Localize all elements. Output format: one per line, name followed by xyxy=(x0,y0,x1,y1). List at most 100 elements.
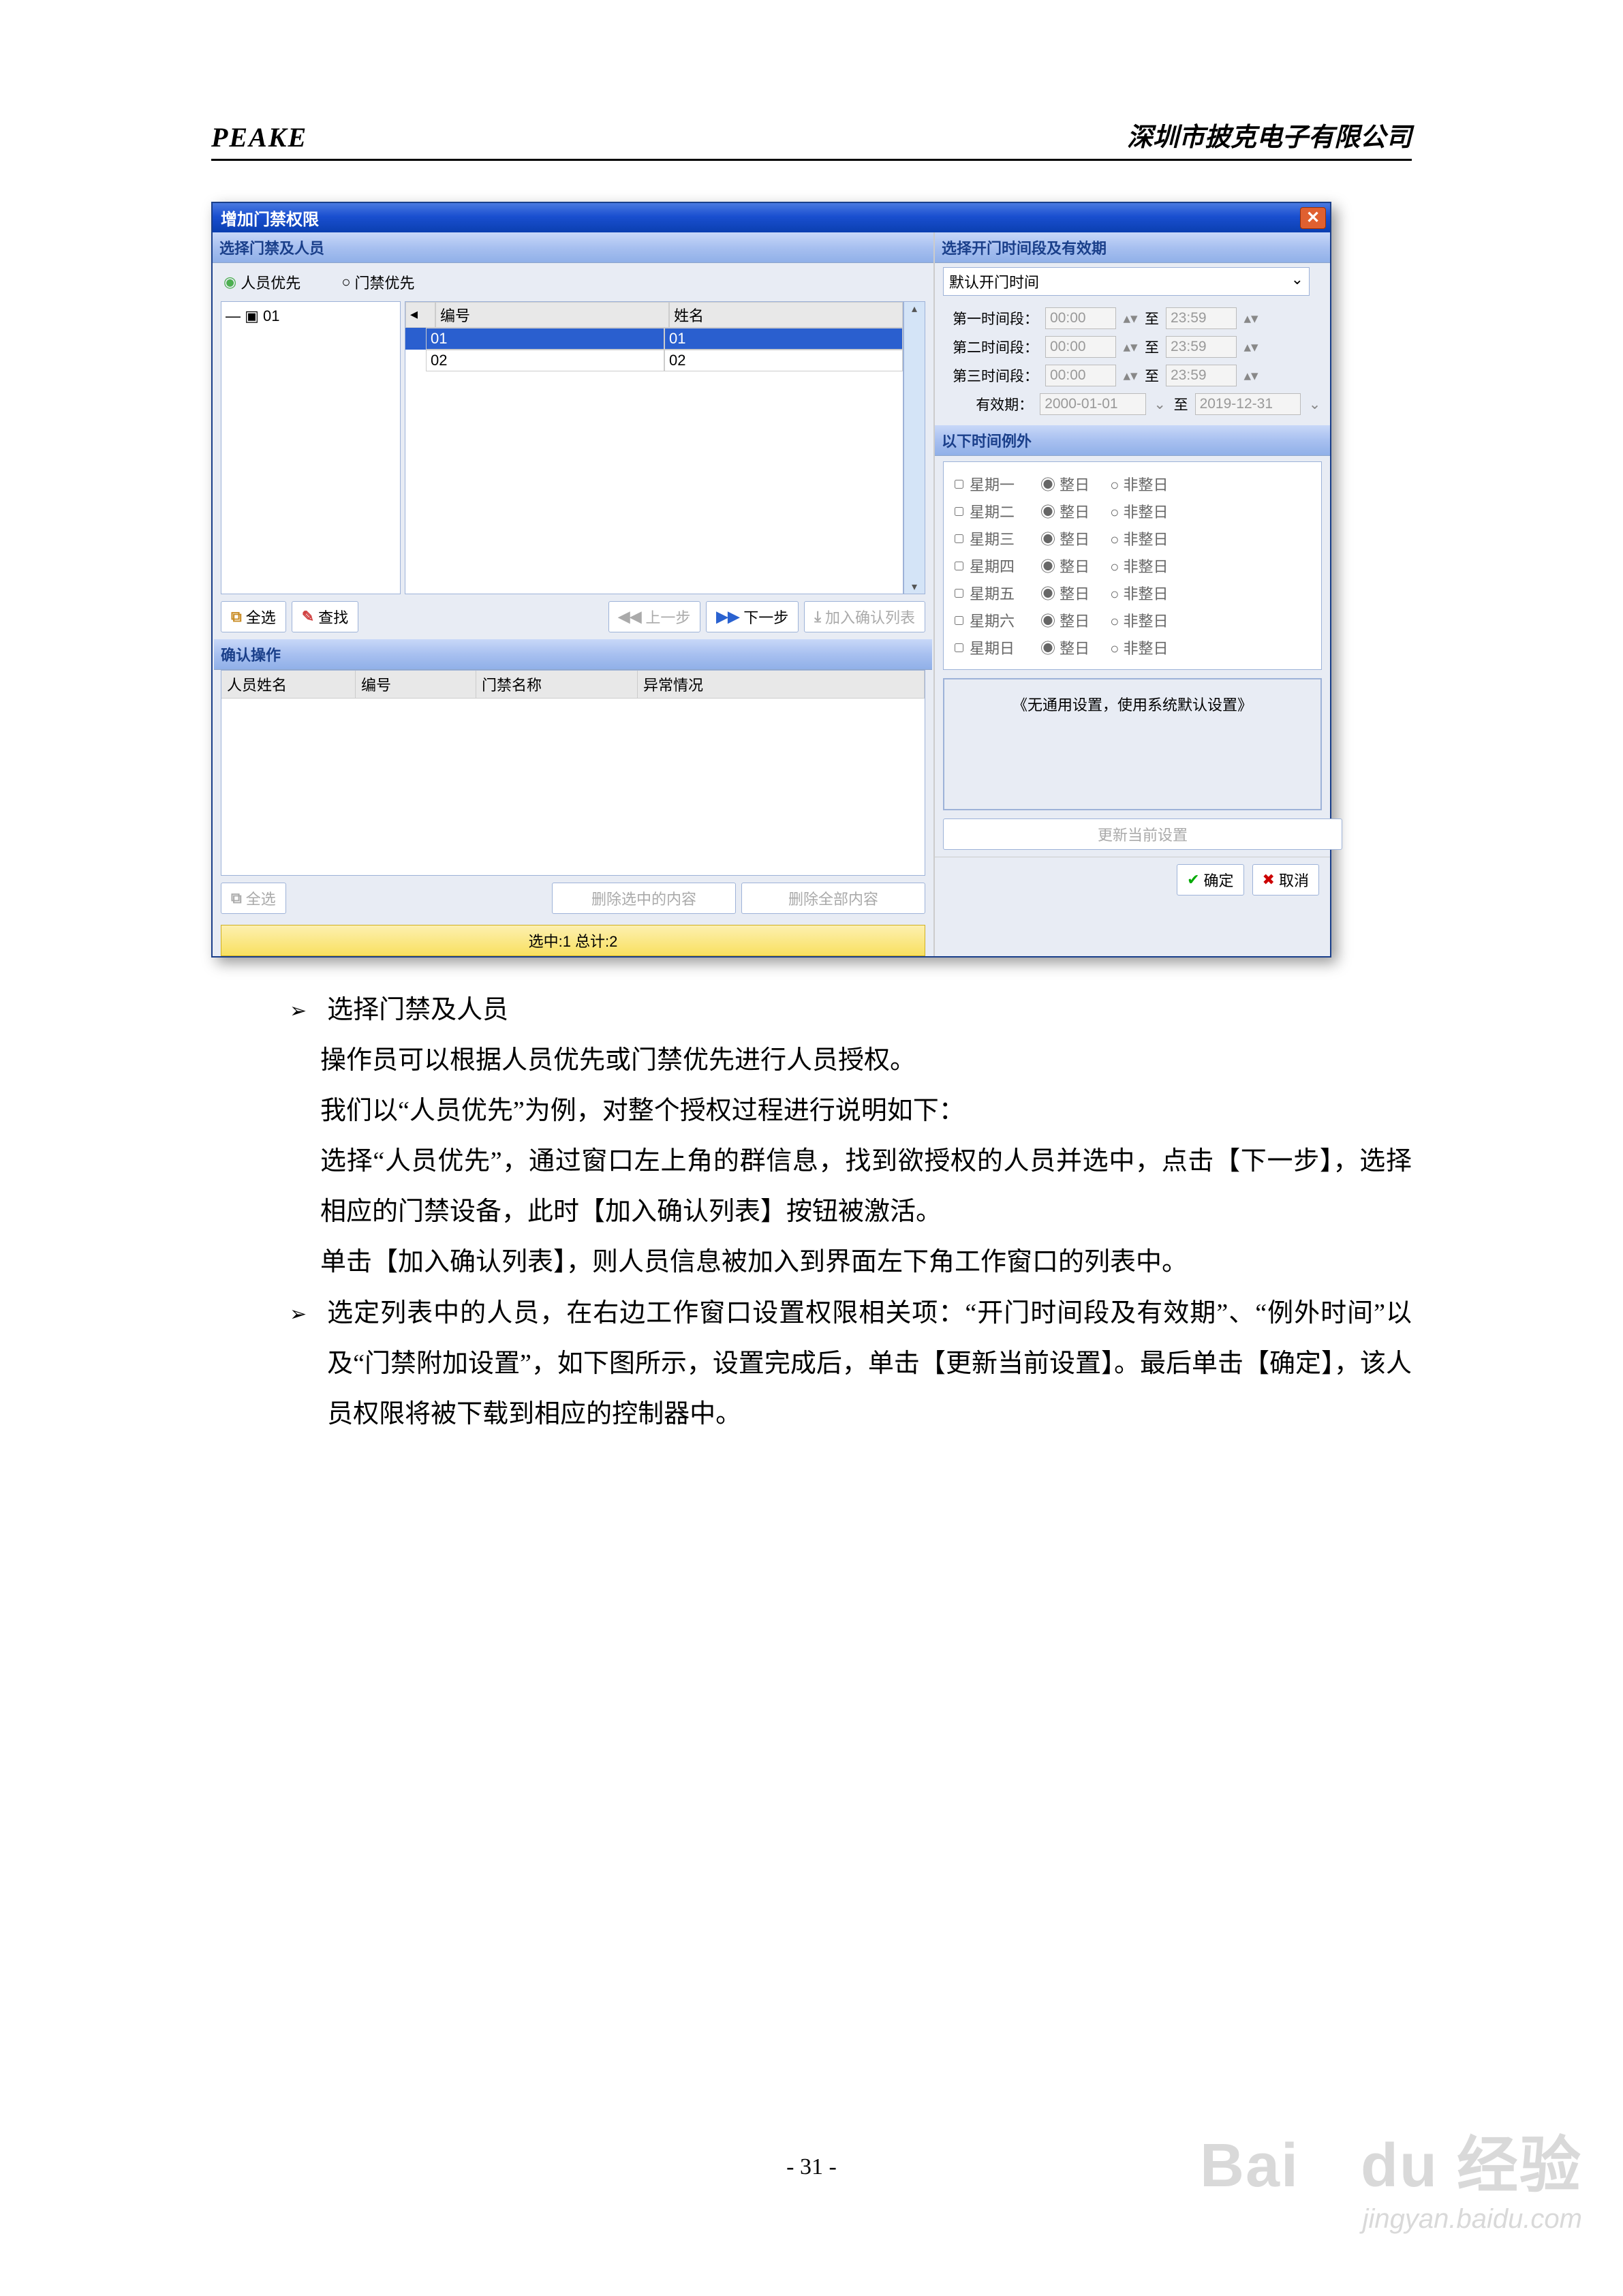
table-row[interactable]: 02 02 xyxy=(405,350,903,371)
opt-partial[interactable]: ○ 非整日 xyxy=(1110,555,1168,577)
day-row-tue: 星期二◉ 整日○ 非整日 xyxy=(952,498,1313,525)
delete-selected-button[interactable]: 删除选中的内容 xyxy=(552,883,736,914)
days-panel: 星期一◉ 整日○ 非整日 星期二◉ 整日○ 非整日 星期三◉ 整日○ 非整日 星… xyxy=(943,461,1322,670)
slot3-to[interactable]: 23:59 xyxy=(1166,365,1237,386)
opt-partial[interactable]: ○ 非整日 xyxy=(1110,582,1168,604)
bullet-icon: ➢ xyxy=(290,992,307,1032)
people-grid[interactable]: ◂ 编号 姓名 01 01 02 xyxy=(405,301,903,594)
bullet-2: 选定列表中的人员，在右边工作窗口设置权限相关项：“开门时间段及有效期”、“例外时… xyxy=(327,1288,1412,1439)
group-tree[interactable]: — ▣ 01 xyxy=(221,301,401,594)
status-bar: 选中:1 总计:2 xyxy=(221,925,925,956)
day-check[interactable] xyxy=(955,616,963,625)
spinner-icon[interactable]: ▴▾ xyxy=(1123,339,1138,356)
scrollbar[interactable]: ▴▾ xyxy=(903,301,925,594)
para-2: 我们以“人员优先”为例，对整个授权过程进行说明如下： xyxy=(320,1086,1412,1136)
table-row[interactable]: 01 01 xyxy=(405,328,903,350)
bullet-1: 选择门禁及人员 xyxy=(327,985,508,1035)
x-icon: ✖ xyxy=(1263,871,1275,889)
company-label: 深圳市披克电子有限公司 xyxy=(1127,116,1412,153)
opt-full[interactable]: ◉ 整日 xyxy=(1040,527,1089,549)
day-row-sat: 星期六◉ 整日○ 非整日 xyxy=(952,607,1313,634)
opt-full[interactable]: ◉ 整日 xyxy=(1040,637,1089,658)
para-4: 单击【加入确认列表】，则人员信息被加入到界面左下角工作窗口的列表中。 xyxy=(320,1237,1412,1287)
col-abnormal[interactable]: 异常情况 xyxy=(638,671,925,698)
spinner-icon[interactable]: ▴▾ xyxy=(1243,339,1258,356)
day-row-wed: 星期三◉ 整日○ 非整日 xyxy=(952,525,1313,552)
day-check[interactable] xyxy=(955,480,963,489)
add-confirm-button[interactable]: ⤓加入确认列表 xyxy=(804,601,925,632)
opt-full[interactable]: ◉ 整日 xyxy=(1040,473,1089,495)
paw-icon xyxy=(1299,2125,1361,2186)
col-id[interactable]: 编号 xyxy=(435,302,669,328)
cancel-button[interactable]: ✖取消 xyxy=(1252,864,1319,896)
dialog-add-access: 增加门禁权限 ✕ 选择门禁及人员 ◉人员优先 ○门禁优先 — ▣ 01 ◂ xyxy=(211,202,1331,958)
day-check[interactable] xyxy=(955,643,963,652)
opt-partial[interactable]: ○ 非整日 xyxy=(1110,473,1168,495)
opt-full[interactable]: ◉ 整日 xyxy=(1040,582,1089,604)
opt-partial[interactable]: ○ 非整日 xyxy=(1110,637,1168,658)
slot3-label: 第三时间段： xyxy=(943,365,1038,386)
day-check[interactable] xyxy=(955,562,963,570)
slot1-to[interactable]: 23:59 xyxy=(1166,307,1237,329)
radio-gate-first[interactable]: ○门禁优先 xyxy=(341,271,414,293)
section-confirm: 确认操作 xyxy=(214,639,932,670)
check-icon: ✔ xyxy=(1187,871,1199,889)
spinner-icon[interactable]: ▴▾ xyxy=(1243,310,1258,327)
spinner-icon[interactable]: ▴▾ xyxy=(1243,367,1258,384)
brand-label: PEAKE xyxy=(211,121,307,153)
col-person-name[interactable]: 人员姓名 xyxy=(221,671,356,698)
opt-full[interactable]: ◉ 整日 xyxy=(1040,555,1089,577)
col-name[interactable]: 姓名 xyxy=(669,302,903,328)
bullet-icon: ➢ xyxy=(290,1295,307,1335)
section-select-people: 选择门禁及人员 xyxy=(213,232,933,263)
section-exception: 以下时间例外 xyxy=(935,425,1330,456)
valid-from[interactable]: 2000-01-01 xyxy=(1040,393,1146,415)
spinner-icon[interactable]: ▴▾ xyxy=(1123,367,1138,384)
chevron-down-icon: ⌄ xyxy=(1291,271,1303,292)
ok-button[interactable]: ✔确定 xyxy=(1177,864,1243,896)
delete-all-button[interactable]: 删除全部内容 xyxy=(741,883,925,914)
day-row-mon: 星期一◉ 整日○ 非整日 xyxy=(952,470,1313,498)
slot1-label: 第一时间段： xyxy=(943,308,1038,328)
day-row-thu: 星期四◉ 整日○ 非整日 xyxy=(952,552,1313,579)
select-all-button[interactable]: ⧉全选 xyxy=(221,601,286,632)
next-button[interactable]: ▶▶下一步 xyxy=(706,601,799,632)
dropdown-icon[interactable]: ⌄ xyxy=(1153,396,1167,413)
slot2-from[interactable]: 00:00 xyxy=(1045,336,1116,358)
watermark: Baidu 经验 jingyan.baidu.com xyxy=(1200,2115,1582,2235)
confirm-table[interactable]: 人员姓名 编号 门禁名称 异常情况 xyxy=(221,670,925,876)
opt-partial[interactable]: ○ 非整日 xyxy=(1110,609,1168,631)
opt-full[interactable]: ◉ 整日 xyxy=(1040,500,1089,522)
slot1-from[interactable]: 00:00 xyxy=(1045,307,1116,329)
dialog-title: 增加门禁权限 xyxy=(221,206,319,230)
day-check[interactable] xyxy=(955,507,963,516)
opt-partial[interactable]: ○ 非整日 xyxy=(1110,500,1168,522)
day-row-sun: 星期日◉ 整日○ 非整日 xyxy=(952,634,1313,661)
valid-to[interactable]: 2019-12-31 xyxy=(1195,393,1301,415)
dialog-titlebar[interactable]: 增加门禁权限 ✕ xyxy=(213,203,1330,232)
day-check[interactable] xyxy=(955,589,963,598)
update-settings-button[interactable]: 更新当前设置 xyxy=(943,818,1342,850)
col-gate-name[interactable]: 门禁名称 xyxy=(476,671,638,698)
tree-item[interactable]: — ▣ 01 xyxy=(226,306,396,326)
day-check[interactable] xyxy=(955,534,963,543)
slot3-from[interactable]: 00:00 xyxy=(1045,365,1116,386)
prev-button[interactable]: ◀◀上一步 xyxy=(608,601,701,632)
sort-icon[interactable]: ◂ xyxy=(405,302,435,328)
opt-full[interactable]: ◉ 整日 xyxy=(1040,609,1089,631)
radio-person-first[interactable]: ◉人员优先 xyxy=(223,271,300,293)
close-icon[interactable]: ✕ xyxy=(1300,207,1326,229)
select-all-2-button[interactable]: ⧉全选 xyxy=(221,883,286,914)
slot2-to[interactable]: 23:59 xyxy=(1166,336,1237,358)
search-button[interactable]: ✎查找 xyxy=(292,601,358,632)
default-time-combo[interactable]: 默认开门时间 ⌄ xyxy=(943,267,1310,296)
spinner-icon[interactable]: ▴▾ xyxy=(1123,310,1138,327)
dropdown-icon[interactable]: ⌄ xyxy=(1308,396,1322,413)
slot2-label: 第二时间段： xyxy=(943,337,1038,357)
col-person-id[interactable]: 编号 xyxy=(356,671,476,698)
para-1: 操作员可以根据人员优先或门禁优先进行人员授权。 xyxy=(320,1035,1412,1086)
section-time: 选择开门时间段及有效期 xyxy=(935,232,1330,263)
general-settings-note: 《无通用设置，使用系统默认设置》 xyxy=(943,678,1322,810)
opt-partial[interactable]: ○ 非整日 xyxy=(1110,527,1168,549)
para-3: 选择“人员优先”，通过窗口左上角的群信息，找到欲授权的人员并选中，点击【下一步】… xyxy=(320,1136,1412,1237)
